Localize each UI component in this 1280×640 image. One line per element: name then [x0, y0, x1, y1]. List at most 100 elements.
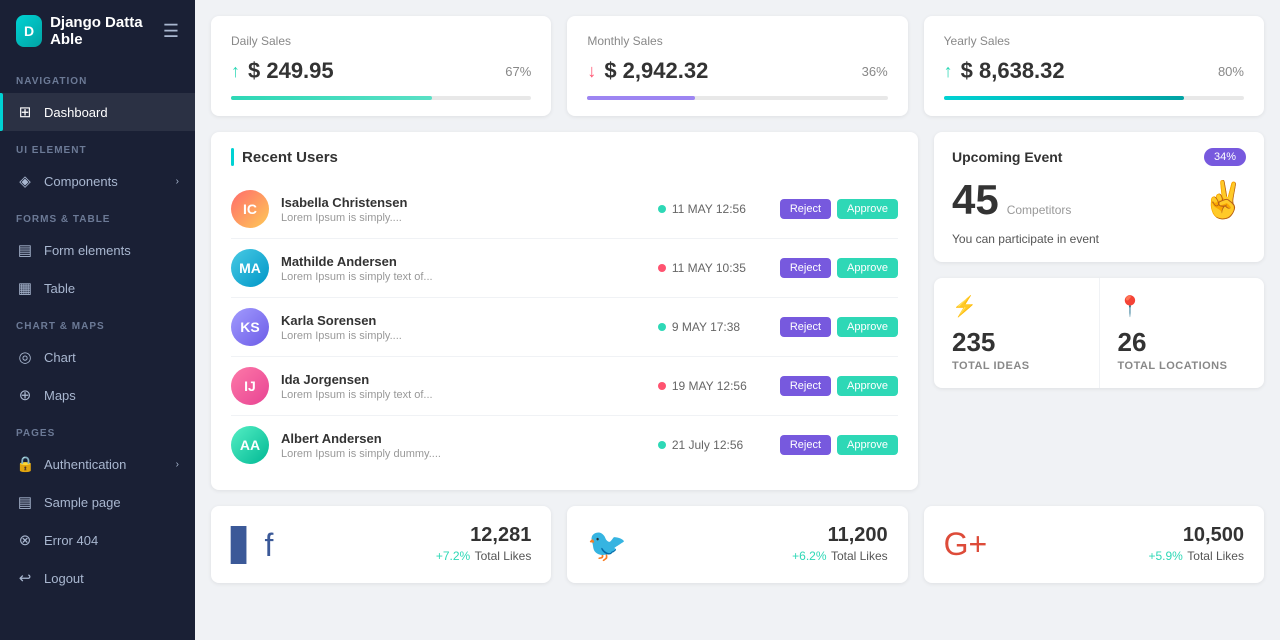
- event-sub-label: Competitors: [1007, 203, 1072, 217]
- event-title: Upcoming Event: [952, 149, 1062, 165]
- monthly-sales-row: ↓ $ 2,942.32 36%: [587, 58, 887, 84]
- facebook-label: Total Likes: [475, 549, 532, 563]
- sidebar-item-label-authentication: Authentication: [44, 457, 126, 472]
- yearly-sales-value: ↑ $ 8,638.32: [944, 58, 1065, 84]
- avatar: MA: [231, 249, 269, 287]
- user-actions: Reject Approve: [780, 199, 898, 219]
- user-actions: Reject Approve: [780, 435, 898, 455]
- table-row: KS Karla Sorensen Lorem Ipsum is simply.…: [231, 298, 898, 357]
- user-date: 11 MAY 10:35: [658, 261, 768, 275]
- sidebar-item-authentication[interactable]: 🔒 Authentication ›: [0, 445, 195, 483]
- user-info: Karla Sorensen Lorem Ipsum is simply....: [281, 313, 646, 342]
- arrow-up-icon-daily: ↑: [231, 61, 240, 82]
- sidebar-item-label-logout: Logout: [44, 571, 84, 586]
- avatar-letter: AA: [240, 437, 260, 453]
- status-dot-red: [658, 382, 666, 390]
- monthly-sales-progress-fill: [587, 96, 695, 100]
- event-body: 45 Competitors ✌️: [952, 176, 1246, 224]
- daily-sales-value: ↑ $ 249.95: [231, 58, 334, 84]
- sidebar-item-label-components: Components: [44, 174, 118, 189]
- daily-sales-progress-fill: [231, 96, 432, 100]
- maps-icon: ⊕: [16, 386, 34, 404]
- sidebar-item-error-404[interactable]: ⊗ Error 404: [0, 521, 195, 559]
- total-ideas-box: ⚡ 235 TOTAL IDEAS: [934, 278, 1100, 388]
- facebook-stats: 12,281 +7.2% Total Likes: [436, 524, 532, 565]
- table-row: IJ Ida Jorgensen Lorem Ipsum is simply t…: [231, 357, 898, 416]
- user-info: Albert Andersen Lorem Ipsum is simply du…: [281, 431, 646, 460]
- avatar: IJ: [231, 367, 269, 405]
- top-stat-cards: Daily Sales ↑ $ 249.95 67% Monthly Sales…: [211, 16, 1264, 116]
- status-dot-green: [658, 205, 666, 213]
- event-number-area: 45 Competitors: [952, 176, 1071, 224]
- table-row: AA Albert Andersen Lorem Ipsum is simply…: [231, 416, 898, 474]
- sidebar-item-sample-page[interactable]: ▤ Sample page: [0, 483, 195, 521]
- user-info: Mathilde Andersen Lorem Ipsum is simply …: [281, 254, 646, 283]
- components-icon: ◈: [16, 172, 34, 190]
- monthly-sales-percent: 36%: [862, 64, 888, 79]
- brand-logo-text: D: [24, 23, 34, 39]
- yearly-sales-progress-bar: [944, 96, 1244, 100]
- user-actions: Reject Approve: [780, 376, 898, 396]
- avatar: KS: [231, 308, 269, 346]
- sidebar-item-maps[interactable]: ⊕ Maps: [0, 376, 195, 414]
- event-description: You can participate in event: [952, 232, 1246, 246]
- table-row: IC Isabella Christensen Lorem Ipsum is s…: [231, 180, 898, 239]
- sidebar: D Django Datta Able ☰ NAVIGATION ⊞ Dashb…: [0, 0, 195, 640]
- user-actions: Reject Approve: [780, 258, 898, 278]
- google-plus-growth: +5.9%: [1148, 549, 1182, 563]
- lock-icon: 🔒: [16, 455, 34, 473]
- facebook-count: 12,281: [436, 524, 532, 547]
- reject-button[interactable]: Reject: [780, 376, 831, 396]
- user-date: 11 MAY 12:56: [658, 202, 768, 216]
- avatar: IC: [231, 190, 269, 228]
- sidebar-item-form-elements[interactable]: ▤ Form elements: [0, 231, 195, 269]
- user-name: Ida Jorgensen: [281, 372, 646, 387]
- approve-button[interactable]: Approve: [837, 376, 898, 396]
- yearly-sales-card: Yearly Sales ↑ $ 8,638.32 80%: [924, 16, 1264, 116]
- approve-button[interactable]: Approve: [837, 199, 898, 219]
- approve-button[interactable]: Approve: [837, 258, 898, 278]
- google-plus-stats: 10,500 +5.9% Total Likes: [1148, 524, 1244, 565]
- sidebar-item-dashboard[interactable]: ⊞ Dashboard: [0, 93, 195, 131]
- sidebar-item-components[interactable]: ◈ Components ›: [0, 162, 195, 200]
- sidebar-toggle-icon[interactable]: ☰: [163, 21, 179, 42]
- approve-button[interactable]: Approve: [837, 317, 898, 337]
- reject-button[interactable]: Reject: [780, 317, 831, 337]
- total-locations-number: 26: [1118, 327, 1247, 358]
- yearly-sales-amount: $ 8,638.32: [961, 58, 1065, 84]
- user-name: Albert Andersen: [281, 431, 646, 446]
- avatar-letter: KS: [240, 319, 259, 335]
- daily-sales-percent: 67%: [505, 64, 531, 79]
- brand-name: Django Datta Able: [50, 14, 155, 48]
- google-plus-count: 10,500: [1148, 524, 1244, 547]
- brand-area: D Django Datta Able ☰: [0, 0, 195, 62]
- sidebar-item-label-dashboard: Dashboard: [44, 105, 108, 120]
- sidebar-item-label-maps: Maps: [44, 388, 76, 403]
- nav-section-pages: PAGES: [0, 414, 195, 445]
- user-info: Isabella Christensen Lorem Ipsum is simp…: [281, 195, 646, 224]
- middle-section: Recent Users IC Isabella Christensen Lor…: [211, 132, 1264, 490]
- twitter-stats: 11,200 +6.2% Total Likes: [792, 524, 888, 565]
- daily-sales-label: Daily Sales: [231, 34, 531, 48]
- sidebar-item-chart[interactable]: ◎ Chart: [0, 338, 195, 376]
- sidebar-item-logout[interactable]: ↩ Logout: [0, 559, 195, 597]
- monthly-sales-amount: $ 2,942.32: [604, 58, 708, 84]
- dashboard-icon: ⊞: [16, 103, 34, 121]
- right-panel: Upcoming Event 34% 45 Competitors ✌️ You…: [934, 132, 1264, 490]
- reject-button[interactable]: Reject: [780, 258, 831, 278]
- status-dot-green: [658, 441, 666, 449]
- upcoming-event-card: Upcoming Event 34% 45 Competitors ✌️ You…: [934, 132, 1264, 262]
- sidebar-item-table[interactable]: ▦ Table: [0, 269, 195, 307]
- approve-button[interactable]: Approve: [837, 435, 898, 455]
- reject-button[interactable]: Reject: [780, 199, 831, 219]
- google-plus-label: Total Likes: [1187, 549, 1244, 563]
- logout-icon: ↩: [16, 569, 34, 587]
- user-date: 19 MAY 12:56: [658, 379, 768, 393]
- user-actions: Reject Approve: [780, 317, 898, 337]
- yearly-sales-percent: 80%: [1218, 64, 1244, 79]
- social-cards-row: ▋ f 12,281 +7.2% Total Likes 🐦 11,200 +6…: [211, 506, 1264, 583]
- user-date: 9 MAY 17:38: [658, 320, 768, 334]
- error-icon: ⊗: [16, 531, 34, 549]
- monthly-sales-card: Monthly Sales ↓ $ 2,942.32 36%: [567, 16, 907, 116]
- reject-button[interactable]: Reject: [780, 435, 831, 455]
